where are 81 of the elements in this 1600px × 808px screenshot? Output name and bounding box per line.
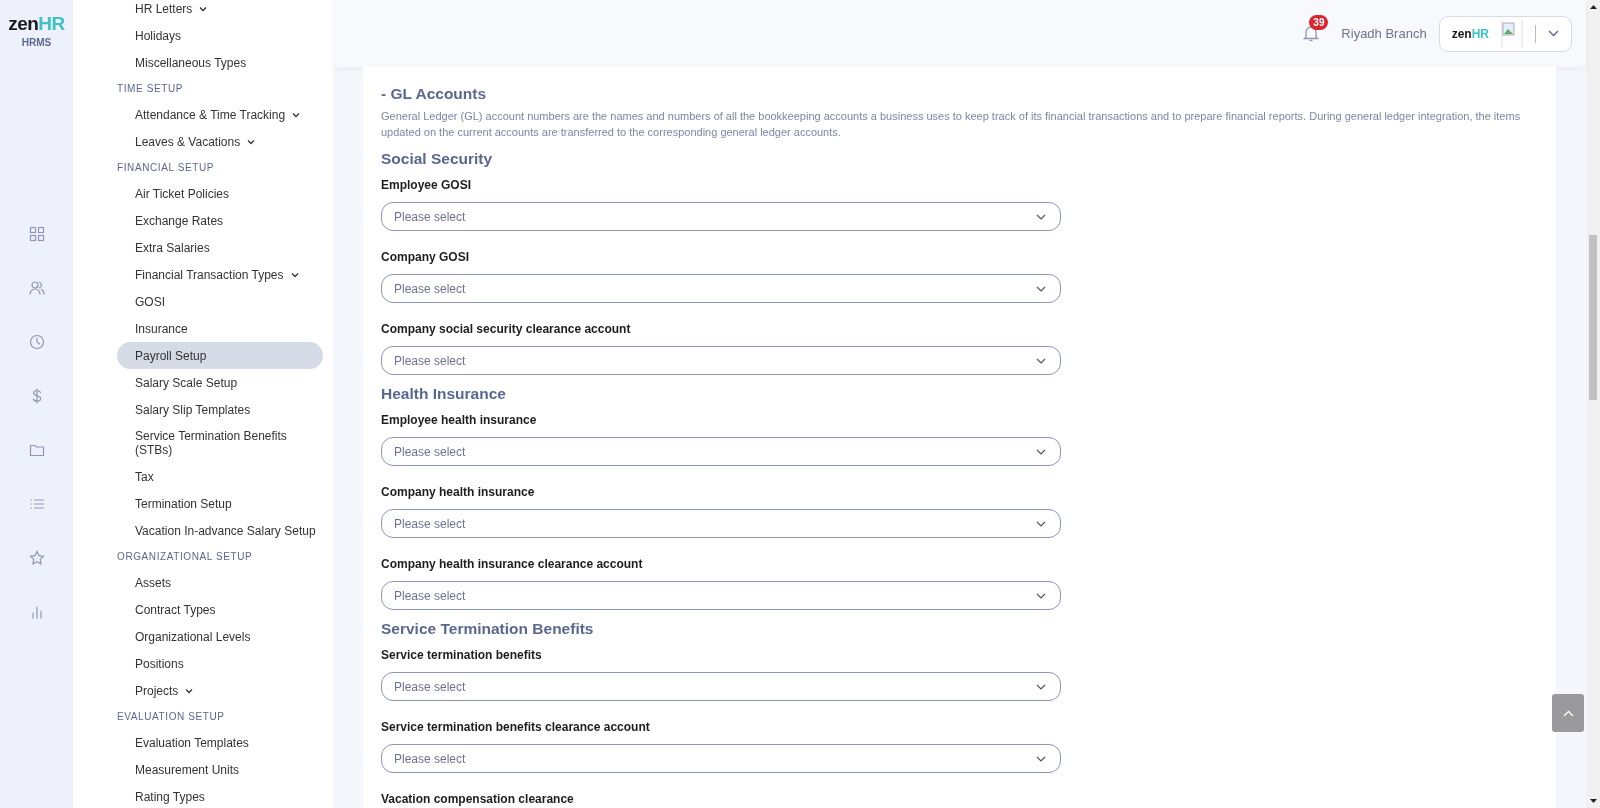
section-heading: Health Insurance xyxy=(381,385,507,404)
sidebar-item[interactable]: Financial Transaction Types xyxy=(117,261,323,288)
sidebar-item[interactable]: Exchange Rates xyxy=(117,207,323,234)
sidebar-item[interactable]: Miscellaneous Types xyxy=(117,49,323,76)
zenhr-logo: zenHR xyxy=(1451,26,1489,41)
chevron-up-icon xyxy=(1562,709,1574,717)
field-label: Company health insurance xyxy=(381,485,536,501)
branch-name[interactable]: Riyadh Branch xyxy=(1341,26,1427,41)
section-heading: Social Security xyxy=(381,150,494,169)
account-menu[interactable]: zenHR xyxy=(1438,15,1572,52)
sidebar-section-heading: FINANCIAL SETUP xyxy=(117,161,215,175)
sidebar-item[interactable]: Air Ticket Policies xyxy=(117,180,323,207)
sidebar-item[interactable]: Holidays xyxy=(117,22,323,49)
sidebar-item[interactable]: Positions xyxy=(117,650,323,677)
sidebar-section-heading: TIME SETUP xyxy=(117,82,184,96)
sidebar-item[interactable]: Service Termination Benefits (STBs) xyxy=(117,423,323,463)
list-icon[interactable] xyxy=(28,496,45,512)
field-label: Employee health insurance xyxy=(381,413,538,429)
sidebar-item[interactable]: Leaves & Vacations xyxy=(117,128,323,155)
broken-image-icon xyxy=(1501,18,1523,49)
folder-icon[interactable] xyxy=(28,442,45,458)
chevron-down-icon xyxy=(1036,592,1046,599)
sidebar-item[interactable]: Salary Slip Templates xyxy=(117,396,323,423)
scroll-up-arrow-icon[interactable] xyxy=(1589,5,1597,9)
sidebar-item[interactable]: Extra Salaries xyxy=(117,234,323,261)
field-label: Service termination benefits clearance account xyxy=(381,720,651,736)
sidebar-item[interactable]: Projects xyxy=(117,677,323,704)
clock-icon[interactable] xyxy=(28,334,45,350)
sidebar-section-heading: EVALUATION SETUP xyxy=(117,710,226,724)
sidebar-item[interactable]: Evaluation Templates xyxy=(117,729,323,756)
sidebar-item[interactable]: GOSI xyxy=(117,288,323,315)
description-text: General Ledger (GL) account numbers are the names and numbers of all the bookkeeping accounts a business uses to keep track of its financial transactions and to prepare financial reports. During general ledger integration, the items updated on the current accounts are transferred to the corresponding general ledger accounts. xyxy=(381,109,1522,140)
section-heading: Service Termination Benefits xyxy=(381,620,595,639)
scrollbar-thumb[interactable] xyxy=(1589,235,1597,400)
field-label: Company health insurance clearance account xyxy=(381,557,644,573)
sidebar-item[interactable]: Salary Scale Setup xyxy=(117,369,323,396)
scrollbar[interactable] xyxy=(1586,0,1600,808)
sidebar-item[interactable]: Payroll Setup xyxy=(117,342,323,369)
chevron-down-icon xyxy=(1036,520,1046,527)
zenhr-logo[interactable]: zenHR xyxy=(8,14,65,33)
notification-count: 39 xyxy=(1309,15,1329,30)
chevron-down-icon xyxy=(1548,30,1559,37)
field-label: Service termination benefits xyxy=(381,648,543,664)
field-label: Company GOSI xyxy=(381,250,470,266)
field-label: Employee GOSI xyxy=(381,178,473,194)
sidebar-item[interactable]: Contract Types xyxy=(117,596,323,623)
select-field[interactable]: Please select xyxy=(381,274,1061,303)
chevron-down-icon xyxy=(1036,357,1046,364)
grid-icon[interactable] xyxy=(28,226,45,242)
chevron-down-icon xyxy=(1036,448,1046,455)
sidebar-item[interactable]: Rating Types xyxy=(117,783,323,808)
chevron-down-icon xyxy=(1036,755,1046,762)
sidebar-item[interactable]: HR Letters xyxy=(117,0,323,22)
select-field[interactable]: Please select xyxy=(381,581,1061,610)
sidebar-section-heading: ORGANIZATIONAL SETUP xyxy=(117,550,254,564)
select-field[interactable]: Please select xyxy=(381,202,1061,231)
sidebar-item[interactable]: Assets xyxy=(117,569,323,596)
star-icon[interactable] xyxy=(28,550,45,566)
select-field[interactable]: Please select xyxy=(381,744,1061,773)
sidebar-item[interactable]: Tax xyxy=(117,463,323,490)
scroll-to-top-button[interactable] xyxy=(1552,694,1584,732)
sidebar-item[interactable]: Termination Setup xyxy=(117,490,323,517)
sidebar-item[interactable]: Measurement Units xyxy=(117,756,323,783)
select-field[interactable]: Please select xyxy=(381,672,1061,701)
app-subtitle: HRMS xyxy=(21,37,52,48)
chevron-down-icon xyxy=(1036,213,1046,220)
sidebar-item[interactable]: Vacation In-advance Salary Setup xyxy=(117,517,323,544)
chevron-down-icon xyxy=(1036,285,1046,292)
bell-icon[interactable] xyxy=(1303,25,1320,42)
sidebar-item[interactable]: Insurance xyxy=(117,315,323,342)
select-field[interactable]: Please select xyxy=(381,346,1061,375)
scroll-down-arrow-icon[interactable] xyxy=(1589,799,1597,803)
page-heading: - GL Accounts xyxy=(381,85,488,103)
select-field[interactable]: Please select xyxy=(381,509,1061,538)
field-label: Vacation compensation clearance xyxy=(381,792,575,808)
select-field[interactable]: Please select xyxy=(381,437,1061,466)
sidebar-item[interactable]: Organizational Levels xyxy=(117,623,323,650)
people-icon[interactable] xyxy=(28,280,45,296)
sidebar-item[interactable]: Attendance & Time Tracking xyxy=(117,101,323,128)
chevron-down-icon xyxy=(1036,683,1046,690)
field-label: Company social security clearance account xyxy=(381,322,632,338)
